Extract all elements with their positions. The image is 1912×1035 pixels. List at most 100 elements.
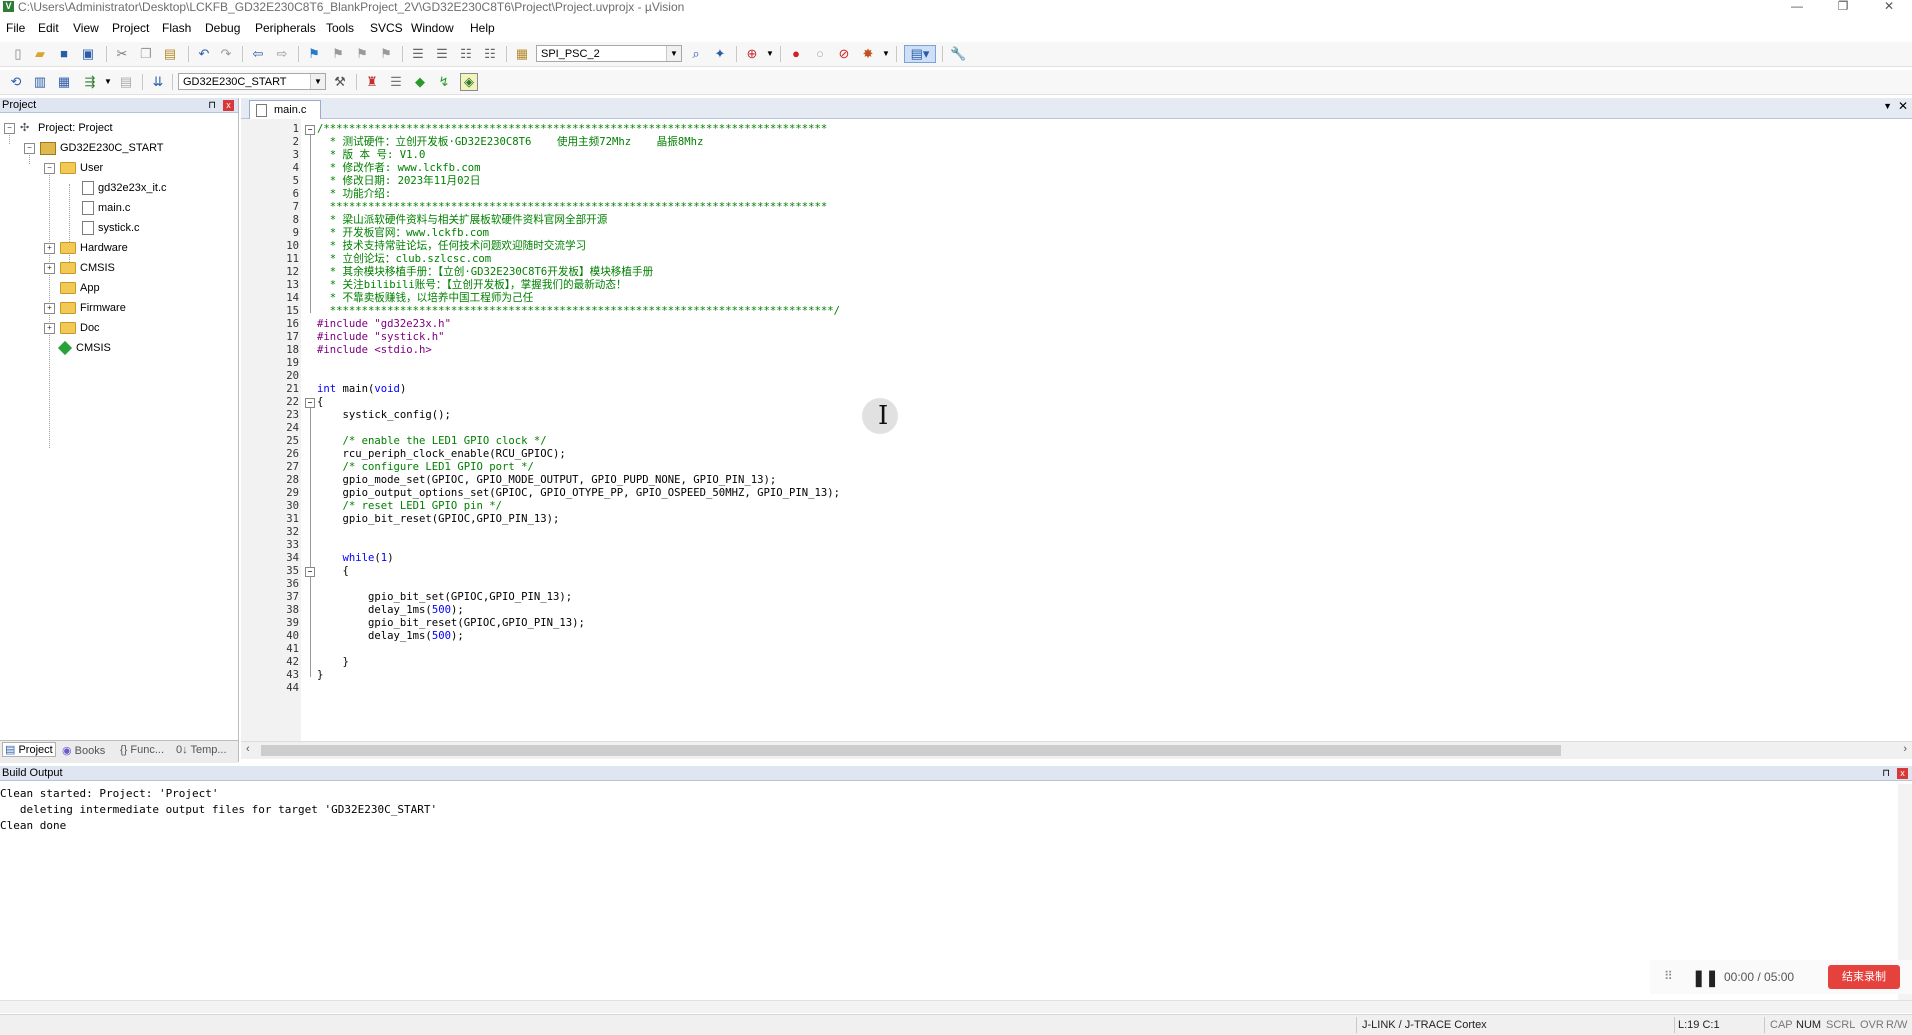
code-line[interactable]: } bbox=[317, 656, 1897, 669]
tree-group-firmware[interactable]: + Firmware bbox=[44, 299, 126, 317]
debug-session-icon[interactable]: ⊕ bbox=[744, 46, 760, 62]
download-icon[interactable]: ⇊ bbox=[150, 74, 166, 90]
close-window-button[interactable]: ✕ bbox=[1866, 0, 1912, 16]
configure-icon[interactable]: ✦ bbox=[712, 46, 728, 62]
code-line[interactable] bbox=[317, 370, 1897, 383]
navigate-back-icon[interactable]: ⇦ bbox=[250, 46, 266, 62]
menu-tools[interactable]: Tools bbox=[326, 21, 354, 35]
code-line[interactable] bbox=[317, 357, 1897, 370]
close-panel-icon[interactable]: x bbox=[1897, 768, 1908, 779]
minimize-button[interactable]: — bbox=[1774, 0, 1820, 16]
code-line[interactable]: rcu_periph_clock_enable(RCU_GPIOC); bbox=[317, 448, 1897, 461]
expand-icon[interactable]: + bbox=[44, 323, 55, 334]
code-line[interactable] bbox=[317, 578, 1897, 591]
undo-icon[interactable]: ↶ bbox=[196, 46, 212, 62]
code-line[interactable]: * 其余模块移植手册：【立创·GD32E230C8T6开发板】模块移植手册 bbox=[317, 266, 1897, 279]
fold-toggle-icon[interactable]: − bbox=[305, 398, 315, 408]
run-time-environment-icon[interactable]: ◈ bbox=[460, 73, 478, 91]
code-line[interactable]: ****************************************… bbox=[317, 305, 1897, 318]
code-line[interactable]: int main(void) bbox=[317, 383, 1897, 396]
kill-all-icon[interactable]: ✸ bbox=[860, 46, 876, 62]
build-horizontal-scrollbar[interactable] bbox=[0, 1000, 1912, 1013]
menu-view[interactable]: View bbox=[73, 21, 99, 35]
find-icon[interactable]: ⌕ bbox=[688, 46, 704, 62]
target-options-icon[interactable]: ⚒ bbox=[332, 74, 348, 90]
code-line[interactable]: * 功能介绍: bbox=[317, 188, 1897, 201]
tab-functions[interactable]: {} Func... bbox=[120, 744, 164, 756]
code-line[interactable]: * 开发板官网：www.lckfb.com bbox=[317, 227, 1897, 240]
cut-icon[interactable]: ✂ bbox=[114, 46, 130, 62]
pin-icon[interactable]: ⊓ bbox=[1882, 766, 1890, 781]
code-line[interactable]: * 技术支持常驻论坛，任何技术问题欢迎随时交流学习 bbox=[317, 240, 1897, 253]
redo-icon[interactable]: ↷ bbox=[218, 46, 234, 62]
tree-component-cmsis[interactable]: CMSIS bbox=[57, 339, 111, 357]
collapse-icon[interactable]: − bbox=[4, 123, 15, 134]
tab-books[interactable]: ◉ Books bbox=[62, 744, 105, 757]
collapse-icon[interactable]: − bbox=[44, 163, 55, 174]
stop-recording-button[interactable]: 结束录制 bbox=[1828, 965, 1900, 989]
tree-file[interactable]: main.c bbox=[82, 199, 130, 217]
tree-target[interactable]: − GD32E230C_START bbox=[24, 139, 164, 157]
stop-build-icon[interactable]: ▤ bbox=[118, 74, 134, 90]
code-line[interactable]: /***************************************… bbox=[317, 123, 1897, 136]
menu-peripherals[interactable]: Peripherals bbox=[255, 21, 316, 35]
code-line[interactable]: * 修改日期: 2023年11月02日 bbox=[317, 175, 1897, 188]
code-line[interactable] bbox=[317, 526, 1897, 539]
menu-svcs[interactable]: SVCS bbox=[370, 21, 403, 35]
code-line[interactable]: * 立创论坛：club.szlcsc.com bbox=[317, 253, 1897, 266]
window-layout-icon[interactable]: ▤▾ bbox=[904, 45, 936, 63]
tree-group-cmsis[interactable]: + CMSIS bbox=[44, 259, 115, 277]
code-line[interactable]: gpio_mode_set(GPIOC, GPIO_MODE_OUTPUT, G… bbox=[317, 474, 1897, 487]
menu-file[interactable]: File bbox=[6, 21, 25, 35]
close-tab-icon[interactable]: ✕ bbox=[1898, 99, 1908, 113]
batch-build-icon[interactable]: ⇶ bbox=[82, 74, 98, 90]
code-line[interactable]: * 不靠卖板赚钱，以培养中国工程师为己任 bbox=[317, 292, 1897, 305]
new-file-icon[interactable]: ▯ bbox=[10, 46, 26, 62]
code-line[interactable]: { bbox=[317, 396, 1897, 409]
menu-debug[interactable]: Debug bbox=[205, 21, 240, 35]
tree-group-hardware[interactable]: + Hardware bbox=[44, 239, 128, 257]
editor-horizontal-scrollbar[interactable]: ‹ › bbox=[241, 741, 1912, 759]
kill-breakpoints-icon[interactable]: ⊘ bbox=[836, 46, 852, 62]
save-all-icon[interactable]: ▣ bbox=[80, 46, 96, 62]
scroll-right-icon[interactable]: › bbox=[1903, 743, 1907, 755]
code-line[interactable]: while(1) bbox=[317, 552, 1897, 565]
uncomment-icon[interactable]: ☷ bbox=[482, 46, 498, 62]
code-line[interactable]: #include "gd32e23x.h" bbox=[317, 318, 1897, 331]
code-line[interactable] bbox=[317, 539, 1897, 552]
chevron-down-icon[interactable]: ▼ bbox=[878, 46, 894, 62]
code-line[interactable]: * 关注bilibili账号：【立创开发板】，掌握我们的最新动态！ bbox=[317, 279, 1897, 292]
maximize-button[interactable]: ❐ bbox=[1820, 0, 1866, 16]
build-output-text[interactable]: Clean started: Project: 'Project' deleti… bbox=[0, 786, 437, 834]
save-icon[interactable]: ■ bbox=[56, 46, 72, 62]
chevron-down-icon[interactable]: ▼ bbox=[1883, 101, 1892, 111]
chevron-down-icon[interactable]: ▼ bbox=[762, 46, 778, 62]
code-line[interactable] bbox=[317, 422, 1897, 435]
manage-components-icon[interactable]: ☰ bbox=[388, 74, 404, 90]
code-line[interactable]: /* reset LED1 GPIO pin */ bbox=[317, 500, 1897, 513]
build-icon[interactable]: ▥ bbox=[32, 74, 48, 90]
tab-templates[interactable]: 0↓ Temp... bbox=[176, 744, 227, 756]
tree-group-doc[interactable]: + Doc bbox=[44, 319, 100, 337]
file-extensions-icon[interactable]: ♜ bbox=[364, 74, 380, 90]
tab-project[interactable]: ▤ Project bbox=[2, 742, 56, 757]
code-line[interactable]: /* enable the LED1 GPIO clock */ bbox=[317, 435, 1897, 448]
code-line[interactable] bbox=[317, 682, 1897, 695]
code-line[interactable]: gpio_bit_reset(GPIOC,GPIO_PIN_13); bbox=[317, 617, 1897, 630]
code-line[interactable]: delay_1ms(500); bbox=[317, 604, 1897, 617]
code-line[interactable]: #include "systick.h" bbox=[317, 331, 1897, 344]
pin-icon[interactable]: ⊓ bbox=[208, 98, 216, 113]
bookmark-icon[interactable]: ⚑ bbox=[306, 46, 322, 62]
expand-icon[interactable]: + bbox=[44, 303, 55, 314]
expand-icon[interactable]: + bbox=[44, 243, 55, 254]
code-area[interactable]: /***************************************… bbox=[317, 123, 1897, 695]
menu-window[interactable]: Window bbox=[411, 21, 454, 35]
code-line[interactable]: * 修改作者: www.lckfb.com bbox=[317, 162, 1897, 175]
paste-icon[interactable]: ▤ bbox=[162, 46, 178, 62]
code-line[interactable]: * 测试硬件：立创开发板·GD32E230C8T6 使用主频72Mhz 晶振8M… bbox=[317, 136, 1897, 149]
open-file-icon[interactable]: ▰ bbox=[32, 46, 48, 62]
scroll-left-icon[interactable]: ‹ bbox=[246, 743, 250, 755]
comment-icon[interactable]: ☷ bbox=[458, 46, 474, 62]
chevron-down-icon[interactable]: ▼ bbox=[666, 46, 681, 61]
drag-handle-icon[interactable]: ⠿ bbox=[1664, 969, 1673, 983]
